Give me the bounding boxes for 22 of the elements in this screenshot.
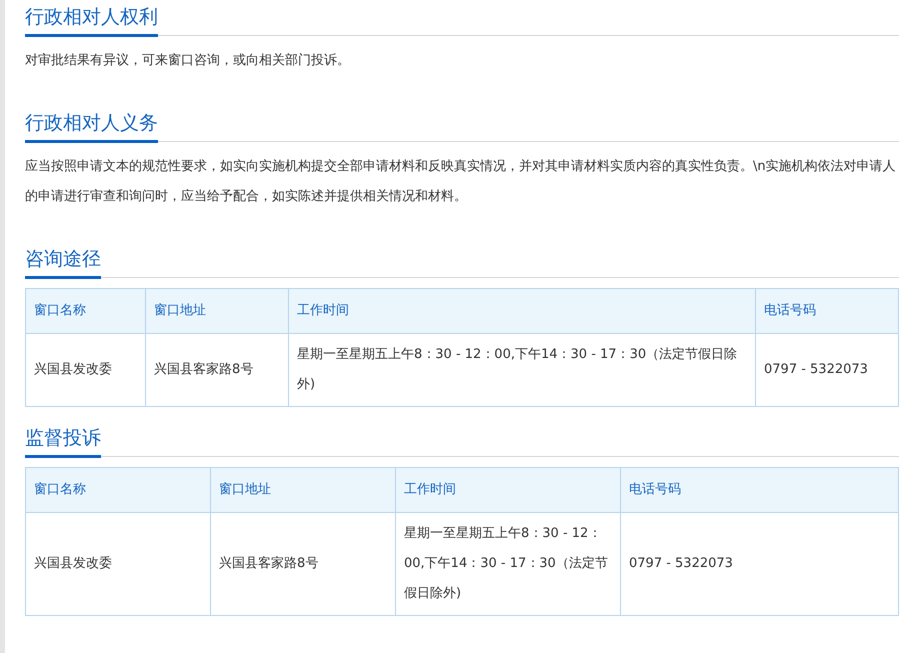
section-heading: 咨询途径 xyxy=(25,242,101,279)
section-heading: 监督投诉 xyxy=(25,421,101,458)
section-heading: 行政相对人权利 xyxy=(25,0,158,37)
column-header: 窗口地址 xyxy=(210,468,396,512)
table-cell: 星期一至星期五上午8：30 - 12：00,下午14：30 - 17：30（法定节假日除外) xyxy=(396,512,620,616)
section-heading: 行政相对人义务 xyxy=(25,106,158,143)
table-cell: 兴国县发改委 xyxy=(26,334,146,406)
paragraph: 对审批结果有异议，可来窗口咨询，或向相关部门投诉。 xyxy=(25,52,351,70)
column-header: 窗口地址 xyxy=(146,288,288,334)
column-header: 电话号码 xyxy=(620,468,898,512)
column-header: 电话号码 xyxy=(756,288,898,334)
table-cell: 兴国县客家路8号 xyxy=(210,512,396,616)
paragraph: 应当按照申请文本的规范性要求，如实向实施机构提交全部申请材料和反映真实情况，并对其申请材料实质内容的真实性负责。\n实施机构依法对申请人的申请进行审查和询问时，应当给予配合，如实陈述并提供相关情况和材料。 xyxy=(25,158,897,206)
table-cell: 0797 - 5322073 xyxy=(620,512,898,616)
column-header: 窗口名称 xyxy=(26,468,210,512)
column-header: 窗口名称 xyxy=(26,288,146,334)
table-cell: 兴国县发改委 xyxy=(26,512,210,616)
table-cell: 兴国县客家路8号 xyxy=(146,334,288,406)
table-cell: 0797 - 5322073 xyxy=(756,334,898,406)
column-header: 工作时间 xyxy=(396,468,620,512)
table-cell: 星期一至星期五上午8：30 - 12：00,下午14：30 - 17：30（法定节假日除外) xyxy=(288,334,756,406)
column-header: 工作时间 xyxy=(288,288,756,334)
